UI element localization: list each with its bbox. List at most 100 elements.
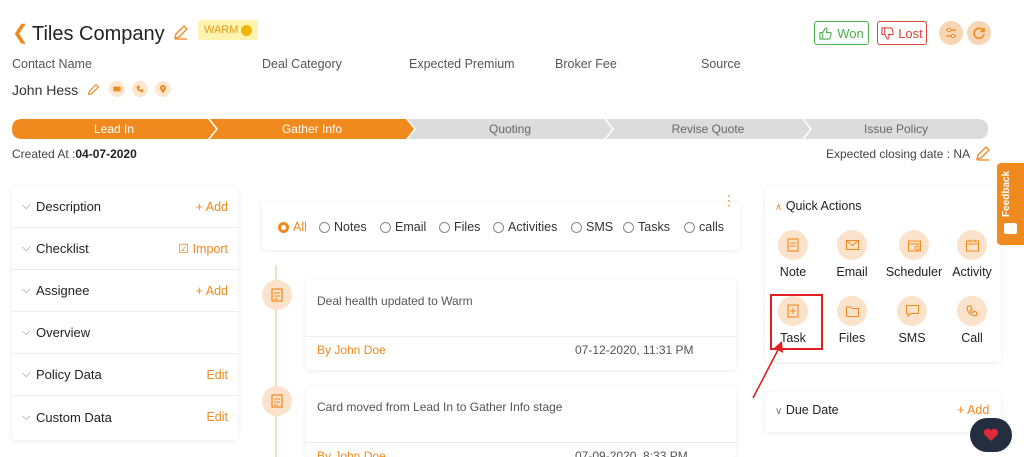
add-description-button[interactable]: + Add bbox=[196, 200, 228, 214]
card-divider bbox=[306, 442, 736, 443]
section-label: Checklist bbox=[36, 241, 89, 256]
stage-revise-quote[interactable]: Revise Quote bbox=[606, 119, 810, 139]
call-contact-button[interactable] bbox=[132, 81, 148, 97]
timeline-card: Card moved from Lead In to Gather Info s… bbox=[306, 386, 736, 457]
note-icon bbox=[778, 230, 808, 260]
feedback-tab[interactable]: Feedback bbox=[997, 163, 1024, 245]
quick-action-label: Call bbox=[961, 331, 983, 345]
section-overview[interactable]: ⌵ Overview bbox=[12, 312, 238, 354]
edit-policy-data-button[interactable]: Edit bbox=[206, 368, 228, 382]
source-label: Source bbox=[701, 57, 741, 71]
lost-button[interactable]: Lost bbox=[877, 21, 927, 45]
contact-name-value[interactable]: John Hess bbox=[12, 82, 78, 98]
add-due-date-button[interactable]: + Add bbox=[957, 403, 989, 417]
filter-all[interactable]: All bbox=[278, 220, 307, 234]
add-assignee-button[interactable]: + Add bbox=[196, 284, 228, 298]
more-options-icon[interactable]: ⋮ bbox=[722, 193, 736, 207]
feedback-label: Feedback bbox=[1001, 170, 1012, 217]
chevron-down-icon: ⌵ bbox=[22, 368, 31, 380]
radio-icon bbox=[439, 221, 450, 233]
timeline-date: 07-12-2020, 11:31 PM bbox=[575, 343, 694, 357]
message-icon bbox=[897, 296, 927, 326]
deal-health-badge: WARM bbox=[198, 20, 259, 40]
filter-email[interactable]: Email bbox=[380, 220, 426, 234]
filter-notes[interactable]: Notes bbox=[319, 220, 367, 234]
edit-contact-icon[interactable] bbox=[87, 83, 100, 96]
contact-name-label: Contact Name bbox=[12, 57, 92, 71]
section-description[interactable]: ⌵ Description + Add bbox=[12, 186, 238, 228]
location-contact-button[interactable] bbox=[155, 81, 171, 97]
filter-activities[interactable]: Activities bbox=[493, 220, 557, 234]
filter-files[interactable]: Files bbox=[439, 220, 480, 234]
section-label: Policy Data bbox=[36, 367, 102, 382]
quick-action-activity[interactable]: Activity bbox=[942, 230, 1002, 279]
section-assignee[interactable]: ⌵ Assignee + Add bbox=[12, 270, 238, 312]
stage-lead-in[interactable]: Lead In bbox=[12, 119, 216, 139]
filter-label: Tasks bbox=[638, 220, 670, 234]
lost-label: Lost bbox=[898, 25, 923, 41]
edit-custom-data-button[interactable]: Edit bbox=[206, 410, 228, 424]
expected-premium-label: Expected Premium bbox=[409, 57, 515, 71]
stage-issue-policy[interactable]: Issue Policy bbox=[804, 119, 988, 139]
chevron-down-icon: ∨ bbox=[775, 406, 783, 417]
section-policy-data[interactable]: ⌵ Policy Data Edit bbox=[12, 354, 238, 396]
timeline-note-icon bbox=[262, 280, 292, 310]
quick-action-note[interactable]: Note bbox=[763, 230, 823, 279]
import-label: Import bbox=[192, 242, 228, 256]
import-checklist-button[interactable]: ☑ Import bbox=[178, 241, 228, 256]
section-custom-data[interactable]: ⌵ Custom Data Edit bbox=[12, 396, 238, 438]
radio-icon bbox=[493, 221, 504, 233]
chevron-down-icon: ⌵ bbox=[22, 284, 31, 296]
email-icon bbox=[837, 230, 867, 260]
filter-label: Notes bbox=[334, 220, 367, 234]
chevron-down-icon: ⌵ bbox=[22, 410, 31, 423]
section-label: Custom Data bbox=[36, 409, 112, 425]
filter-calls[interactable]: calls bbox=[684, 220, 724, 234]
edit-title-icon[interactable] bbox=[173, 24, 189, 40]
quick-action-label: Note bbox=[779, 265, 807, 279]
won-button[interactable]: Won bbox=[814, 21, 869, 45]
timeline-author[interactable]: By John Doe bbox=[317, 449, 386, 457]
stage-gather-info[interactable]: Gather Info bbox=[210, 119, 414, 139]
map-pin-icon bbox=[160, 84, 166, 93]
back-icon[interactable]: ❮ bbox=[12, 22, 32, 44]
quick-action-sms[interactable]: SMS bbox=[882, 296, 942, 345]
thumbs-down-icon bbox=[881, 26, 894, 40]
sliders-icon bbox=[946, 27, 956, 39]
stage-quoting[interactable]: Quoting bbox=[408, 119, 612, 139]
quick-action-call[interactable]: Call bbox=[942, 296, 1002, 345]
radio-icon bbox=[380, 221, 391, 233]
chat-support-button[interactable] bbox=[970, 418, 1012, 452]
quick-action-files[interactable]: Files bbox=[822, 296, 882, 345]
filter-sms[interactable]: SMS bbox=[571, 220, 613, 234]
timeline-author[interactable]: By John Doe bbox=[317, 343, 386, 357]
email-contact-button[interactable] bbox=[109, 81, 125, 97]
due-date-header[interactable]: ∨ Due Date bbox=[775, 403, 839, 417]
calendar-icon bbox=[957, 230, 987, 260]
feedback-icon bbox=[1004, 223, 1017, 234]
quick-actions-header[interactable]: ∧ Quick Actions bbox=[775, 199, 862, 213]
filter-label: SMS bbox=[586, 220, 614, 234]
section-label: Description bbox=[36, 199, 102, 214]
quick-action-email[interactable]: Email bbox=[822, 230, 882, 279]
radio-icon bbox=[623, 221, 634, 233]
timeline-text: Deal health updated to Warm bbox=[317, 294, 473, 308]
refresh-button[interactable] bbox=[967, 21, 991, 45]
quick-action-scheduler[interactable]: Scheduler bbox=[884, 230, 944, 279]
filter-settings-button[interactable] bbox=[939, 21, 963, 45]
edit-closing-date-icon[interactable] bbox=[975, 145, 991, 161]
section-checklist[interactable]: ⌵ Checklist ☑ Import bbox=[12, 228, 238, 270]
checkbox-icon: ☑ bbox=[177, 242, 193, 256]
phone-icon bbox=[957, 296, 987, 326]
quick-action-label: Activity bbox=[952, 265, 992, 279]
chevron-up-icon: ∧ bbox=[775, 202, 783, 213]
document-icon bbox=[271, 394, 283, 408]
phone-icon bbox=[136, 85, 144, 93]
stage-label: Quoting bbox=[488, 122, 532, 136]
closing-label: Expected closing date : NA bbox=[826, 147, 971, 161]
timeline-date: 07-09-2020, 8:33 PM bbox=[575, 449, 688, 457]
filter-label: Email bbox=[395, 220, 427, 234]
filter-tasks[interactable]: Tasks bbox=[623, 220, 670, 234]
timeline-note-icon bbox=[262, 386, 292, 416]
refresh-icon bbox=[973, 27, 985, 40]
